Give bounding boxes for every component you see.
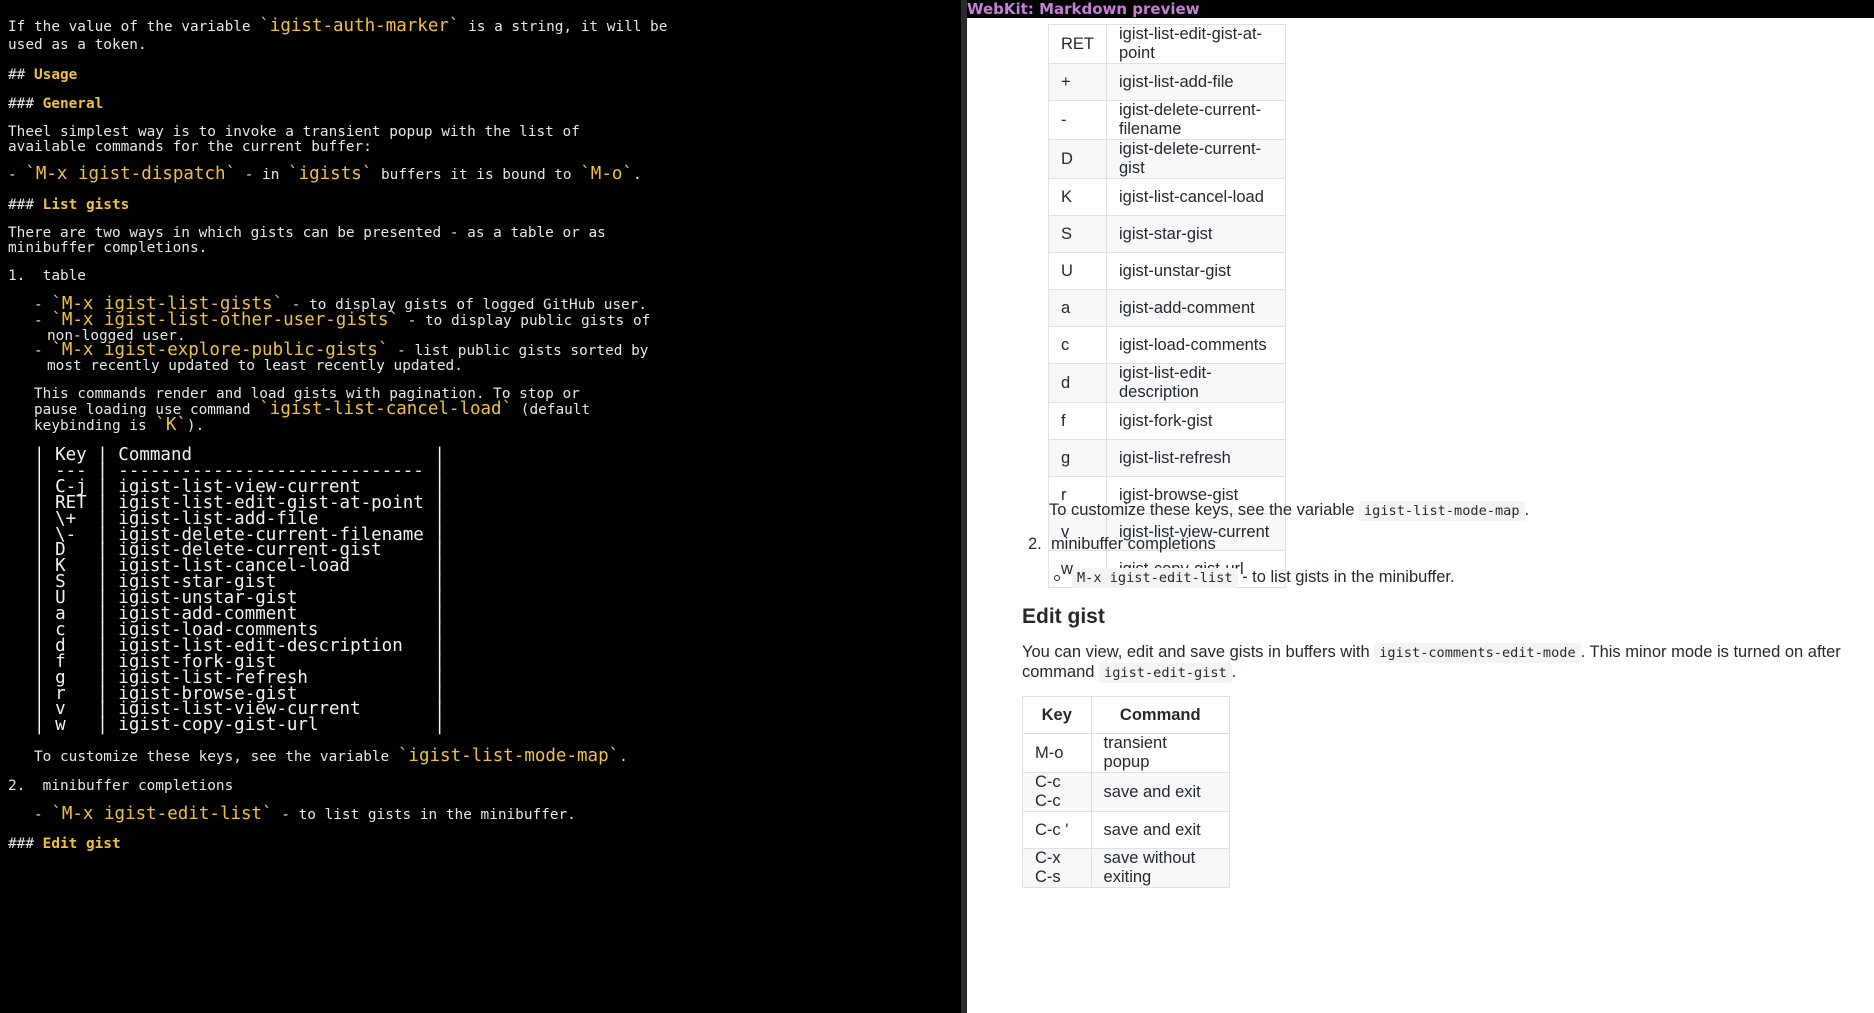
markdown-editor[interactable]: If the value of the variable `igist-auth… [0,0,961,1013]
table-row: M-o transient popup [1022,733,1231,773]
list-item-minibuffer: 2. minibuffer completions [1028,535,1216,553]
cell-key: RET [1048,24,1107,64]
cell-key: C-x C-s [1022,848,1092,888]
cell-command: igist-delete-current-gist [1106,139,1286,179]
cell-command: igist-delete-current-filename [1106,100,1286,140]
editor-line: 1. table [8,268,86,284]
table-row: RET igist-list-edit-gist-at-point [1048,24,1286,64]
cell-command: igist-list-add-file [1106,63,1286,101]
table-row: g igist-list-refresh [1048,439,1286,477]
cell-command: igist-list-edit-description [1106,363,1286,403]
editor-line: - `M-x igist-edit-list` - to list gists … [34,804,576,824]
cell-command: igist-add-comment [1106,289,1286,327]
heading-edit-gist: Edit gist [1022,605,1105,628]
cell-command: transient popup [1090,733,1231,773]
table-row: c igist-load-comments [1048,326,1286,364]
cell-command: igist-load-comments [1106,326,1286,364]
table-header-row: Key Command [1022,696,1231,734]
cell-key: a [1048,289,1107,327]
editor-line: most recently updated to least recently … [47,358,463,374]
cell-key: U [1048,252,1107,290]
cell-key: C-c C-c [1022,772,1092,812]
table-row: C-c C-c save and exit [1022,772,1231,812]
table-row: f igist-fork-gist [1048,402,1286,440]
cell-command: igist-list-cancel-load [1106,178,1286,216]
cell-key: M-o [1022,733,1092,773]
table-row: Kigist-list-cancel-load [1048,178,1286,216]
cell-command: igist-list-edit-gist-at-point [1106,24,1286,64]
cell-key: d [1048,363,1107,403]
list-item-edit-list: M-x igist-edit-list - to list gists in t… [1054,565,1455,590]
heading-general: ### General [8,96,104,112]
table-row: Digist-delete-current-gist [1048,139,1286,179]
cell-command: igist-star-gist [1106,215,1286,253]
markdown-preview[interactable]: WebKit: Markdown preview RET igist-list-e… [967,0,1874,1013]
table-row: Sigist-star-gist [1048,215,1286,253]
editor-line: 2. minibuffer completions [8,778,234,794]
cell-command: igist-list-refresh [1106,439,1286,477]
header-key: Key [1022,696,1092,734]
edit-paragraph-line2: command igist-edit-gist. [1022,663,1237,683]
table-row: - igist-delete-current-filename [1048,100,1286,140]
editor-line: To customize these keys, see the variabl… [34,746,628,766]
cell-key: + [1048,63,1107,101]
cell-command: igist-unstar-gist [1106,252,1286,290]
cell-key: S [1048,215,1107,253]
table-row: + igist-list-add-file [1048,63,1286,101]
editor-line: If the value of the variable `igist-auth… [8,16,668,36]
cell-command: save and exit [1090,811,1231,849]
table-row: a igist-add-comment [1048,289,1286,327]
cell-key: g [1048,439,1107,477]
preview-title: WebKit: Markdown preview [967,0,1874,18]
editor-line: available commands for the current buffe… [8,139,372,155]
editor-line: used as a token. [8,37,147,53]
heading-edit-gist: ### Edit gist [8,836,121,852]
editor-line: keybinding is `K`). [34,415,205,435]
cell-key: C-c ' [1022,811,1092,849]
edit-keys-table: Key Command M-o transient popup C-c C-c sav… [1022,696,1231,888]
heading-usage: ## Usage [8,67,78,83]
cell-key: K [1048,178,1107,216]
cell-key: f [1048,402,1107,440]
customize-paragraph: To customize these keys, see the variabl… [1049,501,1530,521]
table-row: C-c ' save and exit [1022,811,1231,849]
cell-key: c [1048,326,1107,364]
header-command: Command [1090,696,1231,734]
cell-command: save without exiting [1090,848,1231,888]
cell-command: save and exit [1090,772,1231,812]
table-row: d igist-list-edit-description [1048,363,1286,403]
table-row: C-x C-s save without exiting [1022,848,1231,888]
cell-command: igist-fork-gist [1106,402,1286,440]
editor-line: - `M-x igist-dispatch` - in `igists` buf… [8,164,642,184]
cell-key: - [1048,100,1107,140]
bullet-icon [1054,574,1060,581]
editor-line: minibuffer completions. [8,240,208,256]
cell-key: D [1048,139,1107,179]
table-row: Uigist-unstar-gist [1048,252,1286,290]
table-source-line: | w | igist-copy-gist-url | [34,715,445,736]
heading-list-gists: ### List gists [8,197,130,213]
